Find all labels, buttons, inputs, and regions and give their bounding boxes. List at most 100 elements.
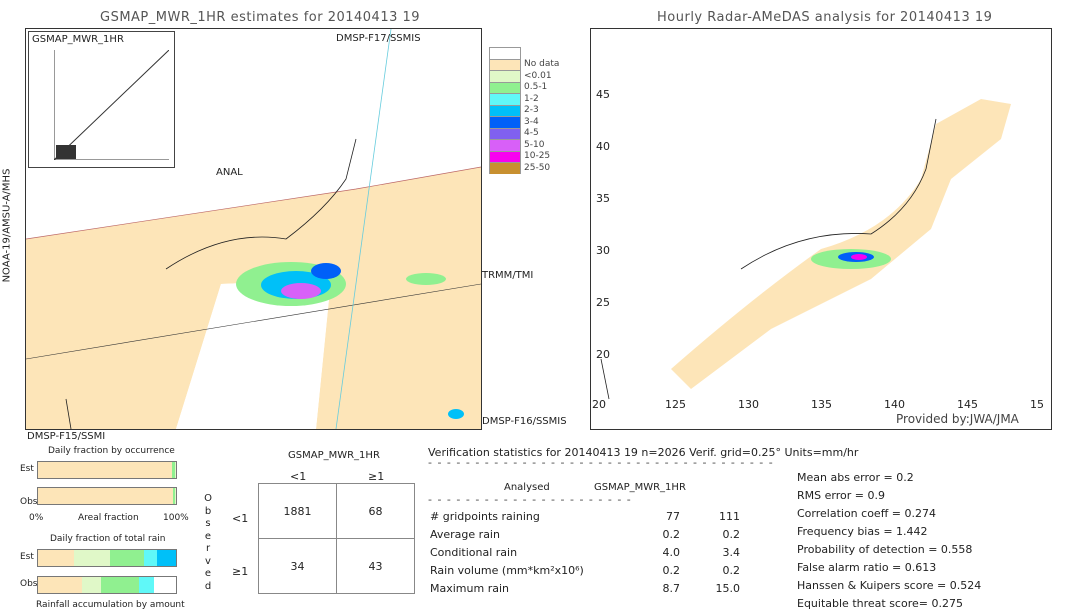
lat-tick: 45 (596, 88, 610, 101)
lon-tick: 125 (665, 398, 686, 411)
left-map-y-label: NOAA-19/AMSU-A/MHS (1, 168, 13, 283)
bar-segment (73, 550, 110, 566)
left-map-title: GSMAP_MWR_1HR estimates for 20140413 19 (100, 10, 421, 25)
lon-tick: 145 (957, 398, 978, 411)
legend-item: 1-2 (489, 93, 559, 105)
legend-swatch (489, 104, 521, 116)
legend-swatch (489, 93, 521, 105)
label-dmsp-f17: DMSP-F17/SSMIS (336, 33, 421, 44)
score: Probability of detection = 0.558 (797, 543, 973, 556)
legend-item: <0.01 (489, 70, 559, 82)
score: RMS error = 0.9 (797, 489, 885, 502)
bar-segment (38, 488, 174, 504)
occurrence-obs-bar (37, 487, 177, 505)
bar-segment (38, 577, 83, 593)
divider: - - - - - - - - - - - - - - - - - - - - … (428, 493, 632, 506)
bar-segment (38, 550, 74, 566)
legend-label: <0.01 (524, 70, 552, 81)
legend-label: 4-5 (524, 128, 539, 139)
stat-est: 111 (719, 510, 740, 523)
legend-label: 0.5-1 (524, 82, 548, 93)
cell-miss: 34 (258, 538, 337, 594)
legend-label: 3-4 (524, 116, 539, 127)
inset-x-label: ANAL (216, 167, 243, 178)
right-map-canvas (600, 99, 1011, 400)
bar-segment (101, 577, 139, 593)
label-dmsp-f15: DMSP-F15/SSMI (27, 431, 106, 442)
stat-est: 0.2 (722, 564, 741, 577)
lat-tick: 40 (596, 140, 610, 153)
legend-swatch (489, 162, 521, 174)
legend-label: 10-25 (524, 151, 551, 162)
legend-item: 0.5-1 (489, 81, 559, 93)
score: Mean abs error = 0.2 (797, 471, 914, 484)
score: Correlation coeff = 0.274 (797, 507, 936, 520)
bar-segment (138, 577, 154, 593)
score: Equitable threat score= 0.275 (797, 597, 963, 610)
legend-swatch (489, 81, 521, 93)
total-rain-obs-bar (37, 576, 177, 594)
legend-item: 2-3 (489, 104, 559, 116)
row-header-lt1: <1 (232, 512, 249, 525)
stat-analysed: 0.2 (662, 564, 681, 577)
legend-label: 5-10 (524, 139, 545, 150)
occ-est-label: Est (20, 464, 34, 474)
occ-axis-mid: Areal fraction (78, 513, 139, 523)
legend-item: 10-25 (489, 150, 559, 162)
color-legend: No data <0.01 0.5-1 1-2 2-3 3-4 4-5 5-10 10-25 25… (489, 47, 559, 174)
stat-label: Maximum rain (430, 582, 509, 595)
legend-item: No data (489, 58, 560, 70)
legend-label: 2-3 (524, 105, 539, 116)
lat-tick: 35 (596, 192, 610, 205)
left-map: GSMAP_MWR_1HR ANAL DMSP-F17/SSMIS (25, 28, 482, 430)
legend-swatch (489, 47, 521, 59)
col-header-ge1: ≥1 (368, 470, 385, 483)
legend-swatch (489, 70, 521, 82)
legend-swatch (489, 139, 521, 151)
right-map: Provided by:JWA/JMA (590, 28, 1052, 430)
stat-analysed: 0.2 (662, 528, 681, 541)
bar-segment (109, 550, 145, 566)
rain-obs-label: Obs (20, 579, 38, 589)
row-header-ge1: ≥1 (232, 565, 249, 578)
score: False alarm ratio = 0.613 (797, 561, 937, 574)
lon-tick: 130 (738, 398, 759, 411)
legend-label: No data (524, 59, 560, 70)
contingency-title: GSMAP_MWR_1HR (288, 450, 380, 461)
score: Hanssen & Kuipers score = 0.524 (797, 579, 982, 592)
divider: - - - - - - - - - - - - - - - - - - - - … (428, 456, 774, 469)
rain-est-label: Est (20, 552, 34, 562)
col-est: GSMAP_MWR_1HR (594, 482, 686, 493)
radar-coverage (671, 99, 1011, 389)
lon-tick: 20 (592, 398, 606, 411)
cell-false-alarm: 68 (336, 483, 415, 539)
bar-segment (82, 577, 102, 593)
occ-obs-label: Obs (20, 497, 38, 507)
stat-est: 0.2 (722, 528, 741, 541)
legend-item: 3-4 (489, 116, 559, 128)
lon-tick: 135 (811, 398, 832, 411)
bar-segment (156, 550, 176, 566)
cell-hit-none: 1881 (258, 483, 337, 539)
lon-tick: 140 (884, 398, 905, 411)
inset-title: GSMAP_MWR_1HR (32, 34, 124, 45)
lat-tick: 20 (596, 348, 610, 361)
bar-segment (144, 550, 157, 566)
legend-item: 4-5 (489, 127, 559, 139)
stat-est: 15.0 (715, 582, 741, 595)
occurrence-est-bar (37, 461, 177, 479)
legend-item: 5-10 (489, 139, 559, 151)
stat-label: Conditional rain (430, 546, 518, 559)
bar-segment (175, 488, 176, 504)
label-dmsp-f16: DMSP-F16/SSMIS (482, 416, 567, 427)
col-header-lt1: <1 (290, 470, 307, 483)
scatter-inset: GSMAP_MWR_1HR (28, 31, 175, 168)
legend-item (489, 47, 559, 59)
legend-swatch (489, 127, 521, 139)
right-map-title: Hourly Radar-AMeDAS analysis for 2014041… (657, 10, 993, 25)
occ-axis-left: 0% (29, 513, 44, 523)
cell-hit: 43 (336, 538, 415, 594)
total-rain-title: Daily fraction of total rain (50, 534, 166, 544)
legend-swatch (489, 116, 521, 128)
bar-segment (38, 462, 172, 478)
